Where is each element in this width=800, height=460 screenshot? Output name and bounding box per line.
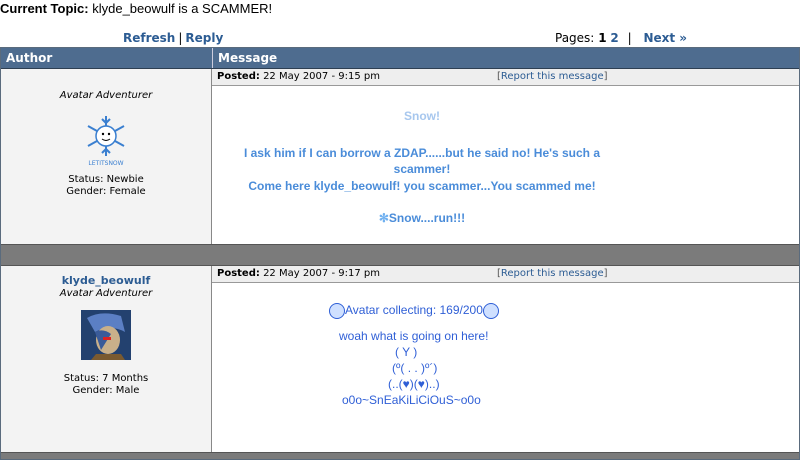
message-line: Come here klyde_beowulf! you scammer...Y…: [248, 179, 596, 193]
table-header: Author Message: [1, 48, 799, 69]
pagination: Pages: 1 2 | Next »: [555, 31, 687, 45]
author-gender: Gender: Female: [66, 186, 146, 197]
message-line: woah what is going on here!: [339, 329, 489, 343]
next-page-link[interactable]: Next »: [643, 31, 687, 45]
forum-table: Author Message Avatar Adventurer LETITSN…: [0, 47, 800, 460]
message-line: Snow!: [404, 109, 440, 123]
author-status: Status: 7 Months: [63, 373, 149, 384]
author-name[interactable]: klyde_beowulf: [1, 274, 211, 287]
author-column-header: Author: [1, 48, 213, 68]
report-message-link[interactable]: Report this message: [501, 268, 604, 279]
message-cell: Posted: 22 May 2007 - 9:15 pm [Report th…: [212, 69, 799, 244]
pagination-separator: |: [627, 31, 632, 45]
post-meta: Posted: 22 May 2007 - 9:17 pm [Report th…: [212, 266, 799, 283]
emoticon-icon: [482, 303, 499, 319]
topic-title: klyde_beowulf is a SCAMMER!: [92, 1, 273, 16]
author-gender: Gender: Male: [72, 385, 140, 396]
topic-label: Current Topic:: [0, 1, 89, 16]
post-separator: [1, 453, 799, 459]
author-cell: Avatar Adventurer LETITSNOW Status: Newb…: [1, 69, 212, 244]
posted-label: Posted:: [217, 268, 260, 279]
message-line: ( Y ): [395, 345, 418, 359]
message-line-with-icons: Avatar collecting: 169/200: [329, 303, 499, 319]
message-column-header: Message: [218, 51, 278, 65]
topic-heading: Current Topic: klyde_beowulf is a SCAMME…: [0, 1, 272, 16]
refresh-link[interactable]: Refresh: [123, 31, 175, 45]
snowflake-avatar-icon: LETITSNOW: [78, 112, 134, 168]
message-cell: Posted: 22 May 2007 - 9:17 pm [Report th…: [212, 266, 799, 452]
avatar-caption: LETITSNOW: [88, 160, 123, 167]
message-text: Snow....run!!!: [388, 211, 466, 225]
message-line: o0o~SnEaKiLiCiOuS~o0o: [342, 393, 481, 407]
message-line-with-icon: ✻Snow....run!!!: [212, 211, 632, 225]
post-row: klyde_beowulf Avatar Adventurer Status: …: [1, 266, 799, 453]
message-line: (..(♥)(♥)..): [388, 377, 440, 391]
page-current: 1: [598, 31, 607, 45]
author-status: Status: Newbie: [68, 174, 144, 185]
pages-label: Pages:: [555, 31, 595, 45]
posted-label: Posted:: [217, 71, 260, 82]
report-box: [Report this message]: [497, 71, 608, 82]
post-separator: [1, 245, 799, 266]
post-row: Avatar Adventurer LETITSNOW Status: Newb…: [1, 69, 799, 245]
message-line: scammer!: [393, 162, 451, 176]
message-line: I ask him if I can borrow a ZDAP......bu…: [243, 146, 601, 160]
page-2-link[interactable]: 2: [610, 31, 618, 45]
author-rank: Avatar Adventurer: [59, 288, 153, 299]
report-box: [Report this message]: [497, 268, 608, 279]
character-avatar-icon: [81, 310, 131, 360]
author-cell: klyde_beowulf Avatar Adventurer Status: …: [1, 266, 212, 452]
emoticon-icon: [329, 303, 345, 319]
actions-separator: |: [178, 31, 183, 45]
report-message-link[interactable]: Report this message: [501, 71, 604, 82]
reply-link[interactable]: Reply: [185, 31, 223, 45]
message-line: (º( . . )º´): [392, 361, 438, 375]
posted-date: 22 May 2007 - 9:15 pm: [263, 71, 380, 82]
posted-date: 22 May 2007 - 9:17 pm: [263, 268, 380, 279]
message-text: Avatar collecting: 169/200: [345, 303, 483, 318]
post-actions: Refresh | Reply: [123, 31, 223, 45]
post-meta: Posted: 22 May 2007 - 9:15 pm [Report th…: [212, 69, 799, 86]
snowflake-icon: ✻: [378, 211, 389, 225]
author-rank: Avatar Adventurer: [59, 90, 153, 101]
